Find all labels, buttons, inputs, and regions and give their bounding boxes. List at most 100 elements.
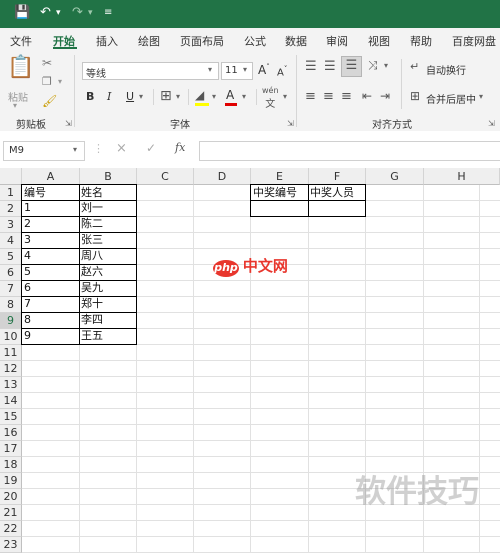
paste-icon[interactable]: 📋 bbox=[6, 55, 36, 87]
tab-2[interactable]: 插入 bbox=[96, 33, 118, 49]
italic-button[interactable]: I bbox=[107, 90, 111, 103]
increase-indent-icon[interactable]: ⇥ bbox=[380, 89, 390, 103]
cell[interactable]: 吴九 bbox=[79, 280, 137, 297]
row-header[interactable]: 22 bbox=[0, 521, 22, 537]
phonetic-guide-button[interactable]: wén 文 bbox=[262, 86, 279, 110]
cell[interactable]: 李四 bbox=[79, 312, 137, 329]
column-header[interactable]: G bbox=[366, 168, 424, 185]
row-header[interactable]: 10 bbox=[0, 329, 22, 345]
cell[interactable]: 1 bbox=[21, 200, 80, 217]
tab-7[interactable]: 审阅 bbox=[326, 33, 348, 49]
cell[interactable]: 编号 bbox=[21, 184, 80, 201]
cell[interactable]: 7 bbox=[21, 296, 80, 313]
font-color-icon[interactable]: A bbox=[226, 88, 234, 102]
chevron-down-icon[interactable]: ▾ bbox=[479, 92, 483, 101]
underline-button[interactable]: U bbox=[126, 90, 134, 103]
insert-function-icon[interactable]: fx bbox=[175, 141, 185, 154]
row-header[interactable]: 8 bbox=[0, 297, 22, 313]
cell[interactable]: 2 bbox=[21, 216, 80, 233]
enter-icon[interactable]: ✓ bbox=[146, 141, 156, 155]
column-header[interactable]: A bbox=[22, 168, 80, 185]
tab-8[interactable]: 视图 bbox=[368, 33, 390, 49]
cell[interactable] bbox=[250, 200, 309, 217]
row-header[interactable]: 3 bbox=[0, 217, 22, 233]
column-header[interactable]: E bbox=[251, 168, 309, 185]
column-header[interactable]: D bbox=[194, 168, 251, 185]
row-header[interactable]: 11 bbox=[0, 345, 22, 361]
row-header[interactable]: 20 bbox=[0, 489, 22, 505]
redo-dropdown-icon[interactable]: ▾ bbox=[88, 8, 93, 18]
cell[interactable]: 赵六 bbox=[79, 264, 137, 281]
tab-6[interactable]: 数据 bbox=[285, 33, 307, 49]
cell[interactable]: 5 bbox=[21, 264, 80, 281]
row-header[interactable]: 14 bbox=[0, 393, 22, 409]
cell[interactable]: 王五 bbox=[79, 328, 137, 345]
save-icon[interactable]: 💾 bbox=[14, 5, 30, 20]
wrap-text-button[interactable]: 自动换行 bbox=[426, 62, 466, 77]
cell[interactable]: 姓名 bbox=[79, 184, 137, 201]
row-header[interactable]: 16 bbox=[0, 425, 22, 441]
row-header[interactable]: 1 bbox=[0, 185, 22, 201]
column-header-partial[interactable] bbox=[480, 168, 500, 185]
tab-3[interactable]: 绘图 bbox=[138, 33, 160, 49]
cut-icon[interactable]: ✂ bbox=[42, 56, 52, 70]
cell[interactable]: 3 bbox=[21, 232, 80, 249]
copy-icon[interactable]: ❐ bbox=[42, 75, 52, 88]
row-header[interactable]: 13 bbox=[0, 377, 22, 393]
orientation-icon[interactable]: ⤨ bbox=[368, 58, 378, 73]
align-right-icon[interactable]: ≡ bbox=[341, 89, 352, 104]
tab-5[interactable]: 公式 bbox=[244, 33, 266, 49]
chevron-down-icon[interactable]: ▾ bbox=[139, 92, 143, 101]
row-header[interactable]: 21 bbox=[0, 505, 22, 521]
formula-input[interactable] bbox=[199, 141, 500, 161]
tab-10[interactable]: 百度网盘 bbox=[452, 33, 496, 49]
align-center-icon[interactable]: ≡ bbox=[323, 89, 334, 104]
format-painter-icon[interactable]: 🖌 bbox=[42, 94, 57, 108]
alignment-launcher-icon[interactable]: ⇲ bbox=[488, 119, 495, 128]
merge-center-button[interactable]: 合并后居中 bbox=[426, 91, 476, 106]
bold-button[interactable]: B bbox=[86, 90, 94, 103]
chevron-down-icon[interactable]: ▾ bbox=[384, 61, 388, 70]
row-header[interactable]: 4 bbox=[0, 233, 22, 249]
chevron-down-icon[interactable]: ▾ bbox=[176, 92, 180, 101]
row-header[interactable]: 2 bbox=[0, 201, 22, 217]
cell[interactable]: 8 bbox=[21, 312, 80, 329]
cell[interactable]: 周八 bbox=[79, 248, 137, 265]
chevron-down-icon[interactable]: ▾ bbox=[212, 92, 216, 101]
grow-font-button[interactable]: A˄ bbox=[258, 63, 270, 77]
cancel-icon[interactable]: × bbox=[116, 141, 127, 156]
row-header[interactable]: 6 bbox=[0, 265, 22, 281]
redo-icon[interactable]: ↷ bbox=[72, 5, 83, 20]
customize-icon[interactable]: ≡ bbox=[104, 7, 112, 18]
row-header[interactable]: 12 bbox=[0, 361, 22, 377]
row-header[interactable]: 7 bbox=[0, 281, 22, 297]
shrink-font-button[interactable]: A˅ bbox=[277, 65, 287, 78]
merge-center-icon[interactable]: ⊞ bbox=[410, 89, 420, 103]
row-header[interactable]: 17 bbox=[0, 441, 22, 457]
align-bottom-icon[interactable]: ☰ bbox=[341, 56, 362, 77]
align-left-icon[interactable]: ≡ bbox=[305, 89, 316, 104]
cell[interactable]: 中奖人员 bbox=[308, 184, 366, 201]
row-header[interactable]: 23 bbox=[0, 537, 22, 553]
chevron-down-icon[interactable]: ▾ bbox=[283, 92, 287, 101]
row-header[interactable]: 15 bbox=[0, 409, 22, 425]
paste-dropdown-icon[interactable]: ▾ bbox=[13, 101, 17, 110]
tab-9[interactable]: 帮助 bbox=[410, 33, 432, 49]
chevron-down-icon[interactable]: ▾ bbox=[242, 92, 246, 101]
name-box[interactable]: M9 ▾ bbox=[3, 141, 85, 161]
tab-0[interactable]: 文件 bbox=[10, 33, 32, 49]
font-launcher-icon[interactable]: ⇲ bbox=[287, 119, 294, 128]
undo-dropdown-icon[interactable]: ▾ bbox=[56, 8, 61, 18]
copy-dropdown-icon[interactable]: ▾ bbox=[58, 77, 62, 86]
fill-color-icon[interactable]: ◢ bbox=[195, 88, 204, 102]
cell[interactable] bbox=[308, 200, 366, 217]
font-size-select[interactable]: 11 ▾ bbox=[221, 62, 253, 80]
select-all-corner[interactable] bbox=[0, 168, 22, 185]
drag-handle-icon[interactable]: ⋮ bbox=[93, 142, 104, 155]
align-top-icon[interactable]: ☰ bbox=[305, 59, 317, 74]
column-header[interactable]: B bbox=[80, 168, 137, 185]
align-middle-icon[interactable]: ☰ bbox=[324, 59, 336, 74]
cell[interactable]: 9 bbox=[21, 328, 80, 345]
cell[interactable]: 陈二 bbox=[79, 216, 137, 233]
wrap-text-icon[interactable]: ↵ bbox=[410, 60, 419, 73]
